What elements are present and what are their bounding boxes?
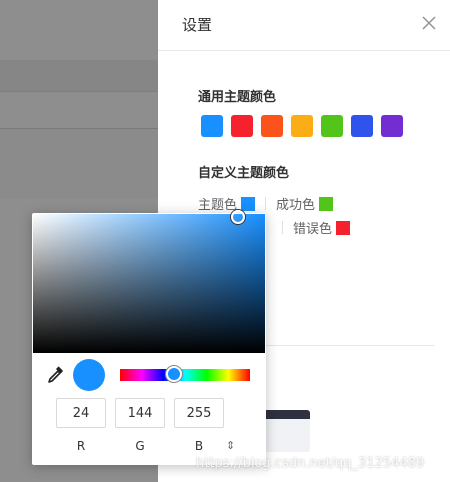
swatch-geekblue[interactable] [351, 115, 373, 137]
red-label: R [76, 439, 86, 453]
swatch-red[interactable] [231, 115, 253, 137]
hue-handle[interactable] [166, 366, 182, 382]
error-color-box[interactable] [336, 220, 351, 235]
swatch-green[interactable] [321, 115, 343, 137]
swatch-gold[interactable] [291, 115, 313, 137]
red-value-input[interactable] [56, 398, 106, 428]
backdrop-band [0, 129, 158, 199]
primary-color-label: 主题色 [198, 198, 238, 213]
saturation-handle[interactable] [231, 210, 245, 224]
blue-value-input[interactable] [174, 398, 224, 428]
drawer-header: 设置 [158, 0, 450, 51]
primary-color-box[interactable] [241, 196, 256, 211]
swatch-orange[interactable] [261, 115, 283, 137]
drawer-title: 设置 [182, 16, 213, 34]
eyedropper-icon[interactable] [46, 365, 64, 385]
custom-color-row: 主题色 成功色 [198, 194, 334, 213]
up-down-arrows-icon[interactable]: ⇕ [226, 439, 235, 452]
swatch-purple[interactable] [381, 115, 403, 137]
backdrop-divider [0, 91, 158, 92]
green-value-input[interactable] [115, 398, 165, 428]
blue-label: B [194, 439, 204, 453]
color-picker-popup: R G B ⇕ [32, 210, 266, 465]
row-divider [282, 221, 283, 234]
common-theme-title: 通用主题颜色 [198, 90, 277, 105]
swatch-blue[interactable] [201, 115, 223, 137]
custom-theme-title: 自定义主题颜色 [198, 166, 290, 181]
backdrop-band [0, 60, 158, 91]
error-color-label: 错误色 [293, 222, 333, 237]
row-divider [265, 197, 267, 210]
close-icon[interactable] [420, 14, 438, 32]
hue-slider[interactable] [120, 366, 250, 382]
success-color-box[interactable] [319, 196, 334, 211]
success-color-label: 成功色 [276, 198, 316, 213]
watermark-text: https://blog.csdn.net/qq_31254489 [196, 456, 425, 471]
green-label: G [135, 439, 145, 453]
common-color-swatches [201, 115, 403, 137]
saturation-value-panel[interactable] [33, 210, 265, 353]
current-color-preview [73, 359, 105, 391]
